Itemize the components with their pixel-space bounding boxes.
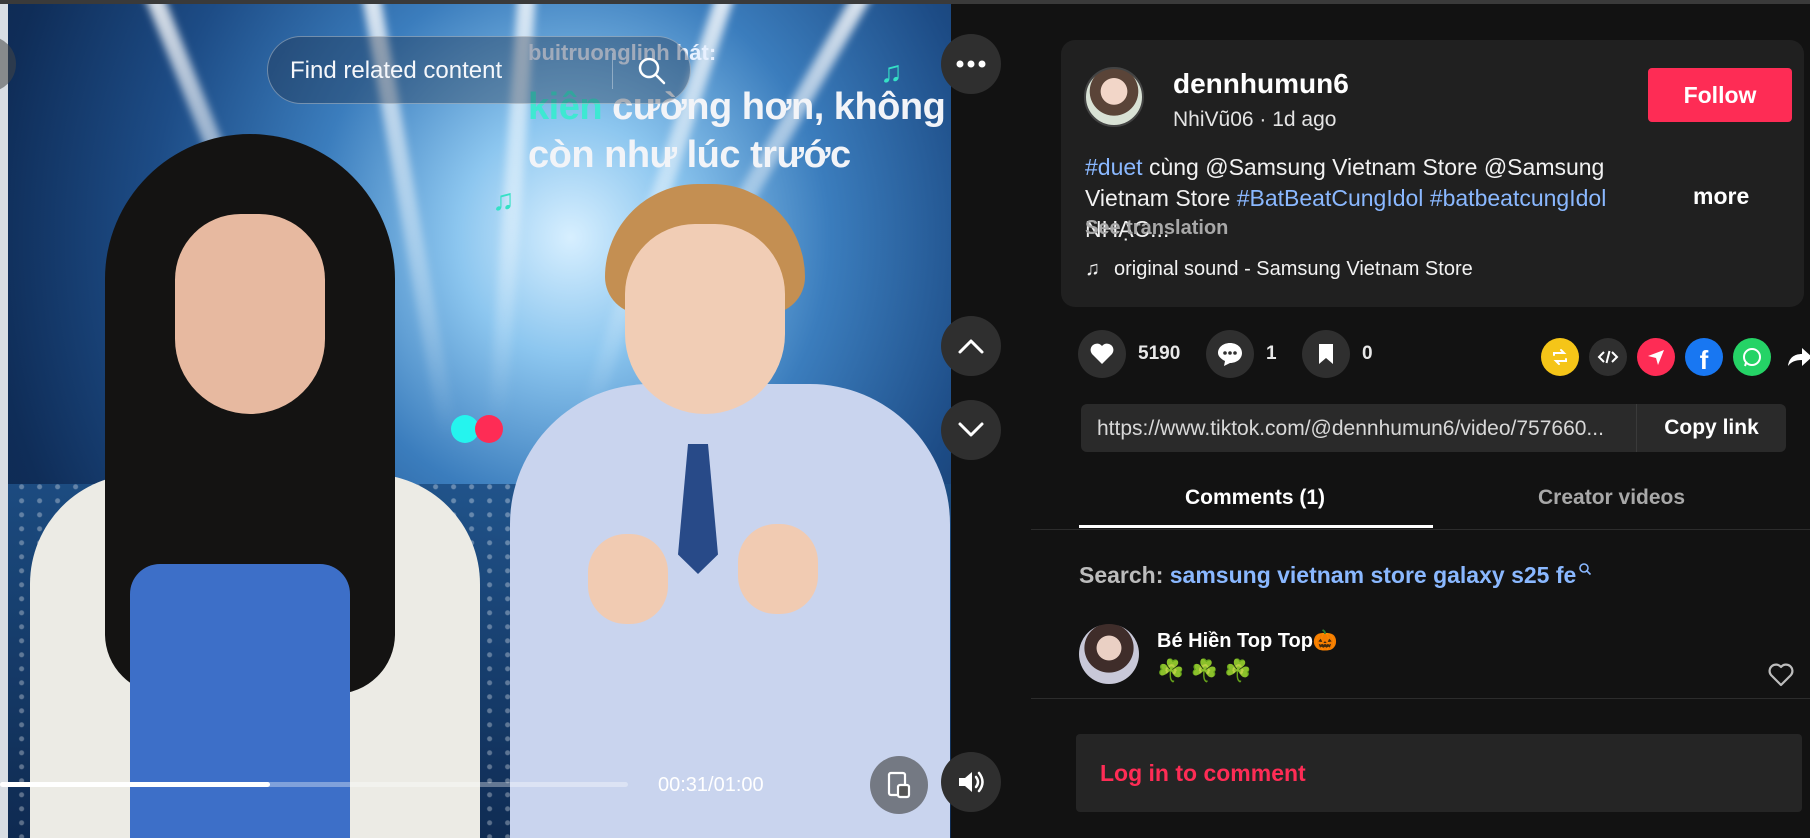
comment-search-suggestion[interactable]: Search: samsung vietnam store galaxy s25… <box>1079 562 1592 589</box>
comment-icon <box>1218 343 1242 366</box>
facebook-icon[interactable]: f <box>1685 338 1723 376</box>
follow-button[interactable]: Follow <box>1648 68 1792 122</box>
more-button[interactable]: more <box>1693 183 1749 210</box>
meta-separator: · <box>1253 108 1273 131</box>
search-label: Search: <box>1079 562 1170 588</box>
login-to-comment-link[interactable]: Log in to comment <box>1100 760 1306 787</box>
video-progress-fill <box>0 782 271 787</box>
hashtag-link[interactable]: #batbeatcungIdol <box>1430 185 1607 211</box>
video-progress-bar[interactable] <box>0 782 628 787</box>
post-age: 1d ago <box>1272 108 1337 131</box>
save-action[interactable]: 0 <box>1302 330 1373 378</box>
picture-in-picture-button[interactable] <box>870 756 928 814</box>
next-video-button[interactable] <box>941 400 1001 460</box>
volume-button[interactable] <box>941 752 1001 812</box>
bookmark-icon <box>1319 344 1333 364</box>
like-count: 5190 <box>1138 343 1181 364</box>
author-username[interactable]: dennhumun6 <box>1173 68 1349 100</box>
login-to-comment-bar[interactable]: Log in to comment <box>1076 734 1802 812</box>
search-icon <box>638 57 666 85</box>
tab-creator-videos[interactable]: Creator videos <box>1538 486 1685 510</box>
copy-link-button[interactable]: Copy link <box>1636 404 1786 452</box>
music-note-icon: ♫ <box>492 184 515 217</box>
search-divider <box>612 53 613 89</box>
post-info-card: dennhumun6 NhiVũ06 · 1d ago Follow #duet… <box>1061 40 1804 307</box>
embed-icon[interactable] <box>1589 338 1627 376</box>
see-translation-link[interactable]: See translation <box>1085 217 1228 240</box>
commenter-name[interactable]: Bé Hiền Top Top🎃 <box>1157 628 1338 653</box>
share-link-box: https://www.tiktok.com/@dennhumun6/video… <box>1081 404 1786 452</box>
like-button[interactable] <box>1078 330 1126 378</box>
panel-tabs: Comments (1) Creator videos <box>1031 474 1810 530</box>
comment-text: ☘️ ☘️ ☘️ <box>1157 658 1252 683</box>
comment-like-button[interactable] <box>1767 662 1795 693</box>
sound-link[interactable]: ♫ original sound - Samsung Vietnam Store <box>1085 258 1473 281</box>
author-meta: NhiVũ06 · 1d ago <box>1173 108 1336 132</box>
search-query-link[interactable]: samsung vietnam store galaxy s25 fe <box>1170 562 1577 588</box>
volume-icon <box>959 771 984 793</box>
person-left-face <box>175 214 325 414</box>
related-search-input[interactable] <box>290 51 620 91</box>
chevron-up-icon <box>958 339 984 354</box>
comment-action[interactable]: 1 <box>1206 330 1277 378</box>
person-right-fist <box>738 524 818 614</box>
more-dots-icon <box>956 60 986 68</box>
search-icon <box>1579 563 1592 576</box>
chevron-down-icon <box>958 422 984 437</box>
more-options-button[interactable] <box>941 34 1001 94</box>
heart-icon <box>1090 343 1114 364</box>
search-button[interactable] <box>620 45 684 97</box>
send-icon[interactable] <box>1637 338 1675 376</box>
music-note-icon: ♫ <box>1085 258 1100 280</box>
heart-outline-icon <box>1768 663 1794 687</box>
app-root: buitruonglinh hát: kiên cường hơn, không… <box>0 0 1810 838</box>
video-left-strip <box>0 4 8 838</box>
previous-video-button[interactable] <box>941 316 1001 376</box>
comment-button[interactable] <box>1206 330 1254 378</box>
sound-title: original sound - Samsung Vietnam Store <box>1114 258 1473 280</box>
repost-icon[interactable] <box>1541 338 1579 376</box>
music-note-icon: ♫ <box>880 56 903 89</box>
share-arrow-icon[interactable] <box>1781 338 1810 376</box>
person-right-fist <box>588 534 668 624</box>
save-count: 0 <box>1362 343 1373 364</box>
tab-comments[interactable]: Comments (1) <box>1185 486 1325 510</box>
commenter-avatar[interactable] <box>1079 624 1139 684</box>
action-bar: 5190 1 0 f <box>1078 330 1810 386</box>
hashtag-link[interactable]: #duet <box>1085 154 1143 180</box>
person-left-top <box>130 564 350 838</box>
related-search-bar <box>267 36 691 104</box>
author-nickname: NhiVũ06 <box>1173 108 1254 131</box>
avatar[interactable] <box>1084 67 1144 127</box>
whatsapp-icon[interactable] <box>1733 338 1771 376</box>
active-tab-indicator <box>1079 525 1433 528</box>
like-action[interactable]: 5190 <box>1078 330 1180 378</box>
details-panel: dennhumun6 NhiVũ06 · 1d ago Follow #duet… <box>1031 4 1810 838</box>
lyrics-line-2: còn như lúc trước <box>528 134 851 176</box>
hashtag-link[interactable]: #BatBeatCungIdol <box>1237 185 1424 211</box>
save-button[interactable] <box>1302 330 1350 378</box>
person-right-face <box>625 224 785 414</box>
comments-divider <box>1031 698 1810 699</box>
loader-dot-red <box>475 415 503 443</box>
comment-count: 1 <box>1266 343 1277 364</box>
share-link-url[interactable]: https://www.tiktok.com/@dennhumun6/video… <box>1097 417 1637 441</box>
video-time: 00:31/01:00 <box>658 774 764 796</box>
comment-item: Bé Hiền Top Top🎃 ☘️ ☘️ ☘️ <box>1079 624 1799 704</box>
pip-icon <box>887 771 911 799</box>
video-player[interactable]: buitruonglinh hát: kiên cường hơn, không… <box>0 4 951 838</box>
